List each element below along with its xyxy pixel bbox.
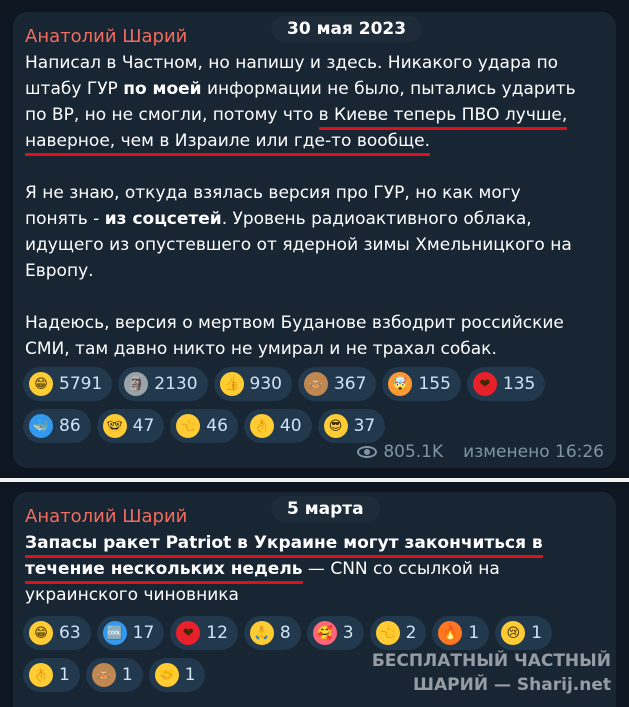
author-name[interactable]: Анатолий Шарий [25,26,187,47]
reaction-chip[interactable]: ❤ 12 [170,616,238,650]
text-line: украинского чиновника [25,585,239,605]
whale-icon: 🐳 [29,414,53,438]
message-text: Написал в Частном, но напишу и здесь. Ни… [25,50,576,362]
reaction-chip[interactable]: 🙈 1 [85,658,143,692]
pointing-hand-icon: 👈 [176,414,201,438]
text-line: штабу ГУР по моей информации не было, пы… [25,79,576,99]
reaction-count: 5791 [59,374,103,394]
message-bubble-1[interactable]: Анатолий Шарий 30 мая 2023 Написал в Час… [13,12,616,468]
reaction-count: 1 [531,623,543,643]
reaction-chip[interactable]: 🤝 1 [148,658,206,692]
edited-timestamp: изменено 16:26 [463,442,604,462]
text-line: идущего из опустевшего от ядерной зимы Х… [25,235,572,255]
author-name[interactable]: Анатолий Шарий [25,506,187,527]
reaction-count: 1 [184,665,196,685]
nerd-face-icon: 🤓 [102,414,127,438]
reactions-bar: 😁 5791 🗿 2130 👍 930 🙈 367 🤯 155 ❤ 135 🐳 86 🤓 47 👈 46 👌 40 😎 3… [23,367,583,443]
reaction-chip[interactable]: 🙈 367 [297,367,377,401]
reaction-count: 86 [59,416,81,436]
watermark-line: ШАРИЙ — Sharij.net [413,675,611,695]
reaction-chip[interactable]: 👌 1 [23,658,80,692]
reaction-chip[interactable]: 😁 63 [23,616,91,650]
date-badge: 30 мая 2023 [271,16,423,42]
reaction-count: 8 [279,623,291,643]
reaction-chip[interactable]: 👈 2 [369,616,427,650]
crying-face-icon: 😢 [501,621,526,645]
views-count: 805.1K [383,442,444,462]
text-line: течение нескольких недель — CNN со ссылк… [25,556,543,584]
reaction-chip[interactable]: 🆒 17 [96,616,165,650]
post-panel-1: Анатолий Шарий 30 мая 2023 Написал в Час… [0,0,629,478]
ok-hand-icon: 👌 [29,663,53,687]
red-heart-icon: ❤ [176,621,201,645]
reaction-count: 1 [121,665,133,685]
post-panel-2: Анатолий Шарий 5 марта Запасы ракет Patr… [0,482,629,707]
reaction-chip[interactable]: 🔥 1 [432,616,490,650]
reaction-count: 135 [502,374,536,394]
exploding-head-icon: 🤯 [388,372,413,396]
see-no-evil-monkey-icon: 🙈 [303,372,328,396]
grinning-face-icon: 😁 [29,372,53,396]
reaction-count: 46 [206,416,228,436]
watermark: БЕСПЛАТНЫЙ ЧАСТНЫЙ ШАРИЙ — Sharij.net [372,649,611,697]
date-badge: 5 марта [271,496,380,522]
reaction-count: 367 [333,374,367,394]
reaction-count: 47 [132,416,155,436]
text-line: понять - из соцсетей. Уровень радиоактив… [25,209,532,229]
thumbs-up-icon: 👍 [219,372,244,396]
reaction-count: 37 [353,416,376,436]
text-line: СМИ, там давно никто не умирал и не трах… [25,339,497,359]
reaction-count: 12 [206,623,228,643]
text-line: Европу. [25,261,94,281]
watermark-line: БЕСПЛАТНЫЙ ЧАСТНЫЙ [371,651,611,671]
reaction-count: 17 [132,623,155,643]
reaction-count: 3 [342,623,354,643]
reaction-count: 63 [59,623,81,643]
moai-icon: 🗿 [124,372,149,396]
reaction-chip[interactable]: 😁 5791 [23,367,113,401]
text-line: Написал в Частном, но напишу и здесь. Ни… [25,53,559,73]
message-text: Запасы ракет Patriot в Украине могут зак… [25,530,543,608]
reaction-chip[interactable]: 😢 1 [495,616,553,650]
reaction-count: 1 [468,623,480,643]
reaction-chip[interactable]: 🤯 155 [382,367,461,401]
reaction-chip[interactable]: 🗿 2130 [118,367,208,401]
handshake-icon: 🤝 [154,663,179,687]
reaction-count: 2 [405,623,417,643]
ok-hand-icon: 👌 [249,414,274,438]
text-line: Запасы ракет Patriot в Украине могут зак… [25,530,543,558]
reaction-count: 1 [59,665,70,685]
reaction-count: 40 [279,416,302,436]
red-heart-icon: ❤ [472,372,497,396]
reaction-count: 2130 [154,374,198,394]
see-no-evil-monkey-icon: 🙈 [91,663,116,687]
reaction-chip[interactable]: 😎 37 [317,409,386,443]
reaction-chip[interactable]: 🐳 86 [23,409,91,443]
message-meta: 805.1K изменено 16:26 [357,442,604,462]
smiling-sunglasses-icon: 😎 [323,414,348,438]
reaction-chip[interactable]: 👈 46 [170,409,238,443]
grinning-face-icon: 😁 [29,621,53,645]
reaction-chip[interactable]: 🙏 8 [243,616,301,650]
text-line: Надеюсь, версия о мертвом Буданове взбод… [25,313,564,333]
reaction-chip[interactable]: 👍 930 [213,367,292,401]
reaction-chip[interactable]: ❤ 135 [466,367,546,401]
reaction-count: 155 [418,374,451,394]
reaction-chip[interactable]: 🥰 3 [306,616,364,650]
text-line: Я не знаю, откуда взялась версия про ГУР… [25,183,521,203]
pointing-hand-icon: 👈 [375,621,400,645]
folded-hands-icon: 🙏 [249,621,274,645]
hearts-face-icon: 🥰 [312,621,337,645]
reaction-chip[interactable]: 👌 40 [243,409,312,443]
cool-button-icon: 🆒 [102,621,127,645]
text-line: наверное, чем в Израиле или где-то вообщ… [25,128,576,156]
fire-icon: 🔥 [438,621,463,645]
views-eye-icon [357,446,378,458]
reaction-count: 930 [249,374,282,394]
reaction-chip[interactable]: 🤓 47 [96,409,165,443]
text-line: по ВР, но не смогли, потому что в Киеве … [25,102,576,130]
